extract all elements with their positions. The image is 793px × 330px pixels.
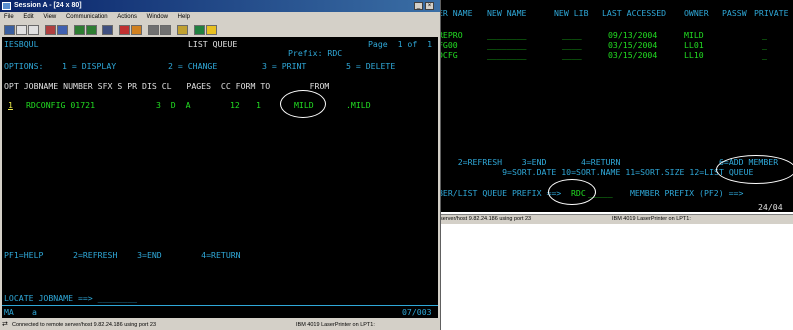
- menu-window[interactable]: Window: [147, 14, 168, 20]
- oia-status: MA: [4, 307, 14, 317]
- support-icon[interactable]: [194, 25, 205, 35]
- session-a-terminal[interactable]: IESBQUL LIST QUEUE Page 1 of 1 Prefix: R…: [2, 37, 438, 318]
- minimize-button[interactable]: _: [414, 2, 423, 10]
- member-name: REPRO: [438, 30, 463, 40]
- print-icon[interactable]: [74, 25, 85, 35]
- page-count: 12: [230, 100, 240, 110]
- jobname-number: RDCONFIG 01721: [26, 100, 96, 110]
- connection-status: Connected to remote server/host 9.82.24.…: [12, 322, 157, 328]
- cc-value: 1: [256, 100, 261, 110]
- cursor-position: 07/003: [402, 307, 432, 317]
- prefix-indicator: Prefix: RDC: [288, 48, 343, 58]
- keyboard-icon[interactable]: [102, 25, 113, 35]
- function-keys: PF1=HELP 2=REFRESH 3=END 4=RETURN: [4, 250, 241, 260]
- header-member-name: ER NAME: [438, 8, 473, 18]
- printer-status: IBM 4019 LaserPrinter on LPT1:: [612, 216, 691, 222]
- highlight-ellipse: [280, 90, 326, 118]
- option-change: 2 = CHANGE: [168, 61, 218, 71]
- function-keys-line-2: 9=SORT.DATE 10=SORT.NAME 11=SORT.SIZE 12…: [438, 167, 754, 177]
- member-prefix-label: MEMBER PREFIX (PF2) ==>: [630, 188, 749, 198]
- list-queue-prefix-label: BER/LIST QUEUE PREFIX ==>: [438, 188, 567, 198]
- highlight-ellipse: [548, 179, 596, 205]
- screen-id: IESBQUL: [4, 39, 39, 49]
- option-delete: 5 = DELETE: [346, 61, 396, 71]
- toolbar: [0, 23, 440, 37]
- header-owner: OWNER: [684, 8, 709, 18]
- options-label: OPTIONS:: [4, 61, 44, 71]
- from-value: .MILD: [346, 100, 371, 110]
- oia-session: a: [32, 307, 37, 317]
- new-lib-field[interactable]: ____: [562, 40, 582, 50]
- network-icon: ⇄: [2, 321, 8, 328]
- cursor-position: 24/04: [758, 202, 783, 212]
- disconnect-icon[interactable]: [57, 25, 68, 35]
- header-password: PASSW: [722, 8, 747, 18]
- paste-icon[interactable]: [28, 25, 39, 35]
- owner: LL10: [684, 50, 704, 60]
- page-indicator: Page 1 of 1: [368, 39, 433, 49]
- screen-heading: LIST QUEUE: [188, 39, 238, 49]
- window-title: Session A - [24 x 80]: [14, 2, 82, 9]
- close-button[interactable]: ×: [425, 2, 434, 10]
- locate-jobname-field[interactable]: LOCATE JOBNAME ==> ________: [4, 293, 137, 303]
- owner: MILD: [684, 30, 704, 40]
- connect-icon[interactable]: [45, 25, 56, 35]
- session-b-status-bar: server/host 9.82.24.186 using port 23 IB…: [438, 214, 793, 224]
- transfer-icon[interactable]: [148, 25, 159, 35]
- header-new-name: NEW NAME: [487, 8, 527, 18]
- private-field[interactable]: _: [762, 30, 767, 40]
- printer-status: IBM 4019 LaserPrinter on LPT1:: [296, 322, 375, 328]
- menu-view[interactable]: View: [43, 14, 56, 20]
- owner: LL01: [684, 40, 704, 50]
- menu-help[interactable]: Help: [178, 14, 190, 20]
- oia-divider: [2, 305, 438, 306]
- copy-icon[interactable]: [16, 25, 27, 35]
- header-private: PRIVATE: [754, 8, 789, 18]
- display-icon[interactable]: [86, 25, 97, 35]
- session-a-window: Session A - [24 x 80] _ × File Edit View…: [0, 0, 441, 330]
- session-b-terminal[interactable]: ER NAME NEW NAME NEW LIB LAST ACCESSED O…: [438, 0, 793, 212]
- new-name-field[interactable]: ________: [487, 30, 526, 40]
- help-icon[interactable]: [206, 25, 217, 35]
- app-icon: [2, 2, 11, 10]
- private-field[interactable]: _: [762, 40, 767, 50]
- title-bar[interactable]: Session A - [24 x 80] _ ×: [0, 0, 440, 12]
- receive-icon[interactable]: [160, 25, 171, 35]
- new-name-field[interactable]: ________: [487, 40, 526, 50]
- macro-icon[interactable]: [177, 25, 188, 35]
- session-b-window: ER NAME NEW NAME NEW LIB LAST ACCESSED O…: [438, 0, 793, 330]
- menu-communication[interactable]: Communication: [66, 14, 108, 20]
- highlight-ellipse: [716, 155, 793, 184]
- menu-file[interactable]: File: [4, 14, 14, 20]
- menu-edit[interactable]: Edit: [23, 14, 33, 20]
- session-a-status-bar: ⇄ Connected to remote server/host 9.82.2…: [0, 320, 440, 330]
- new-lib-field[interactable]: ____: [562, 30, 582, 40]
- play-icon[interactable]: [131, 25, 142, 35]
- connection-status: server/host 9.82.24.186 using port 23: [440, 216, 532, 222]
- new-name-field[interactable]: ________: [487, 50, 526, 60]
- send-icon[interactable]: [4, 25, 15, 35]
- header-last-accessed: LAST ACCESSED: [602, 8, 667, 18]
- last-accessed: 09/13/2004: [608, 30, 658, 40]
- new-lib-field[interactable]: ____: [562, 50, 582, 60]
- menu-bar: File Edit View Communication Actions Win…: [0, 12, 440, 23]
- option-display: 1 = DISPLAY: [62, 61, 117, 71]
- last-accessed: 03/15/2004: [608, 40, 658, 50]
- last-accessed: 03/15/2004: [608, 50, 658, 60]
- menu-actions[interactable]: Actions: [117, 14, 137, 20]
- column-header: OPT JOBNAME NUMBER SFX S PR DIS CL PAGES…: [4, 81, 330, 91]
- record-icon[interactable]: [119, 25, 130, 35]
- option-print: 3 = PRINT: [262, 61, 307, 71]
- row-flags: 3 D A: [156, 100, 191, 110]
- header-new-lib: NEW LIB: [554, 8, 589, 18]
- private-field[interactable]: _: [762, 50, 767, 60]
- option-input[interactable]: 1: [8, 100, 13, 110]
